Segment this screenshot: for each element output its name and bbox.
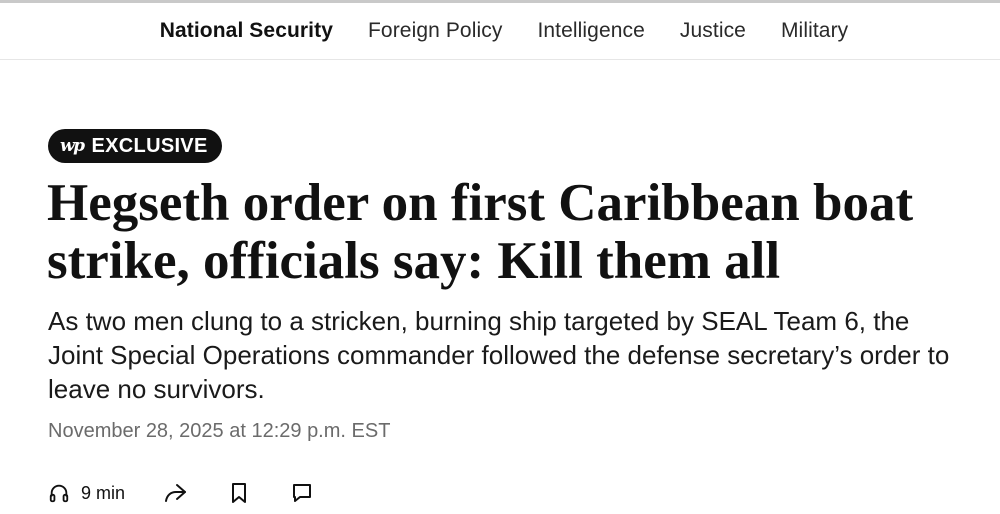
headphones-icon: [48, 482, 70, 504]
subnav-item-military[interactable]: Military: [781, 19, 848, 43]
subnav-items: National Security Foreign Policy Intelli…: [160, 19, 849, 43]
share-icon: [163, 482, 187, 504]
comments-button[interactable]: [291, 482, 313, 504]
exclusive-label: EXCLUSIVE: [91, 134, 208, 157]
section-subnav: National Security Foreign Policy Intelli…: [0, 3, 1000, 60]
subnav-item-intelligence[interactable]: Intelligence: [537, 19, 644, 43]
exclusive-badge: wp EXCLUSIVE: [48, 129, 222, 163]
subnav-item-justice[interactable]: Justice: [680, 19, 746, 43]
bookmark-icon: [229, 482, 249, 504]
listen-button[interactable]: 9 min: [48, 482, 125, 504]
save-button[interactable]: [229, 482, 249, 504]
subnav-item-national-security[interactable]: National Security: [160, 19, 333, 43]
wp-logo: wp: [60, 135, 85, 156]
article-actions: 9 min: [48, 482, 313, 504]
comment-icon: [291, 482, 313, 504]
article-dek: As two men clung to a stricken, burning …: [48, 306, 950, 404]
article-timestamp: November 28, 2025 at 12:29 p.m. EST: [48, 420, 391, 442]
article-headline: Hegseth order on first Caribbean boat st…: [47, 174, 914, 290]
listen-duration: 9 min: [81, 482, 126, 503]
share-button[interactable]: [163, 482, 187, 504]
subnav-item-foreign-policy[interactable]: Foreign Policy: [368, 19, 502, 43]
